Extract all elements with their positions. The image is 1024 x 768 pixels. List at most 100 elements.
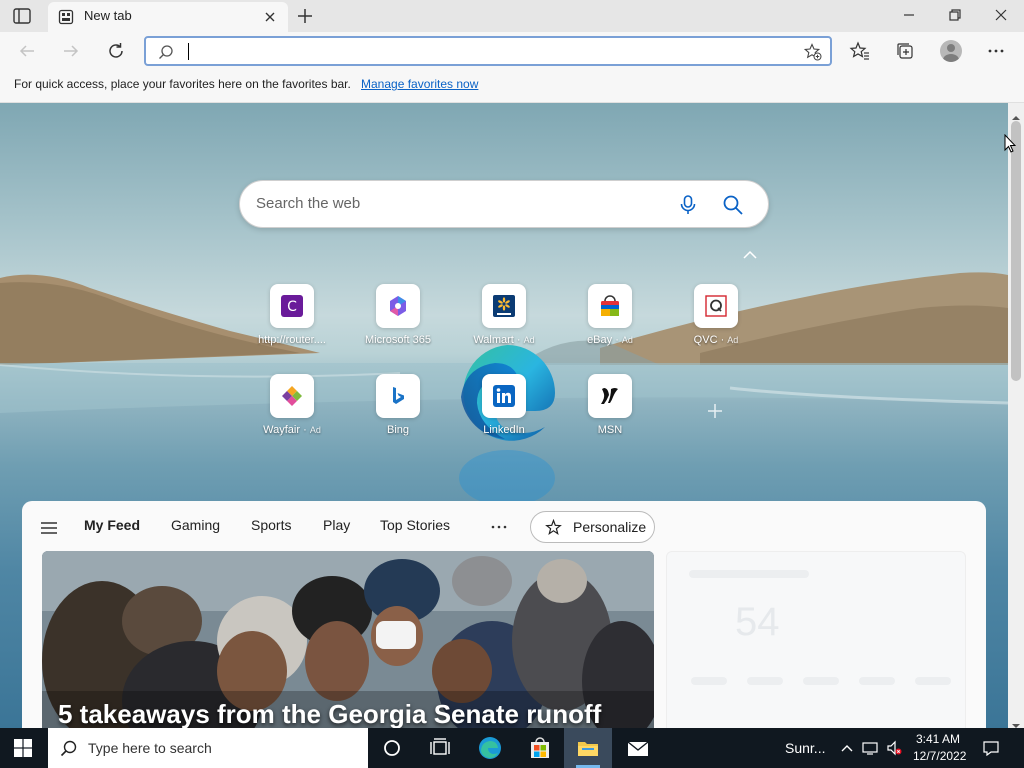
file-explorer-icon[interactable] (576, 736, 600, 760)
tab-sports[interactable]: Sports (251, 517, 291, 533)
quick-link-msn[interactable]: MSN (565, 374, 655, 454)
clock-date[interactable]: 12/7/2022 (913, 749, 966, 763)
weather-tray-text[interactable]: Sunr... (785, 740, 825, 756)
ebay-icon (588, 284, 632, 328)
add-site-plus-icon[interactable] (705, 401, 725, 421)
tab-gaming[interactable]: Gaming (171, 517, 220, 533)
personalize-button[interactable]: Personalize (530, 511, 655, 543)
tile-label: MSN (597, 424, 623, 436)
news-feed-panel: My Feed Gaming Sports Play Top Stories P… (22, 501, 986, 728)
notifications-icon[interactable] (983, 740, 999, 757)
minimize-icon[interactable] (897, 4, 921, 26)
ad-badge: Ad (309, 425, 321, 435)
collapse-tiles-chevron-up-icon[interactable] (742, 246, 758, 259)
personalize-label: Personalize (573, 519, 647, 535)
network-icon[interactable] (862, 740, 878, 756)
favorites-bar-hint: For quick access, place your favorites h… (14, 77, 351, 91)
forecast-placeholder (915, 677, 951, 685)
web-search-placeholder: Search the web (256, 195, 361, 212)
tile-label: Microsoft 365 (364, 334, 432, 346)
tile-label: http://router.... (258, 334, 326, 346)
forecast-placeholder (691, 677, 727, 685)
quick-link-qvc[interactable]: QVC · Ad (671, 284, 761, 364)
restore-icon[interactable] (943, 4, 967, 26)
scroll-up-arrow-icon[interactable] (1012, 107, 1020, 120)
microsoft-365-icon (376, 284, 420, 328)
svg-text:C: C (287, 299, 297, 315)
tile-label: Bing (386, 424, 410, 436)
clock-time[interactable]: 3:41 AM (916, 732, 960, 746)
quick-link-linkedin[interactable]: LinkedIn (459, 374, 549, 454)
profile-avatar[interactable] (940, 40, 962, 62)
qvc-icon (694, 284, 738, 328)
tab-top-stories[interactable]: Top Stories (380, 517, 450, 533)
manage-favorites-link[interactable]: Manage favorites now (361, 77, 478, 91)
web-search-box[interactable]: Search the web (239, 180, 769, 228)
browser-toolbar (0, 32, 1024, 70)
quick-link-ebay[interactable]: eBay · Ad (565, 284, 655, 364)
more-tabs-icon[interactable] (490, 519, 508, 533)
tile-label: LinkedIn (483, 424, 525, 436)
windows-start-icon[interactable] (14, 739, 32, 757)
microsoft-store-icon[interactable] (528, 736, 552, 760)
more-options-icon[interactable] (985, 40, 1007, 62)
add-favorite-icon[interactable] (803, 43, 822, 61)
scroll-down-arrow-icon[interactable] (1012, 715, 1020, 728)
new-tab-button[interactable] (294, 5, 316, 27)
tile-label: eBay (587, 334, 613, 346)
tab-actions-icon[interactable] (12, 7, 32, 25)
text-caret (188, 43, 189, 60)
quick-link-wayfair[interactable]: Wayfair · Ad (247, 374, 337, 454)
weather-location-placeholder (689, 570, 809, 578)
forecast-placeholder (803, 677, 839, 685)
tile-label: Wayfair (263, 424, 301, 436)
show-hidden-icons-chevron-icon[interactable] (839, 740, 855, 756)
weather-card[interactable]: 54 (666, 551, 966, 728)
cortana-icon[interactable] (380, 736, 404, 760)
sparkle-star-icon (545, 518, 562, 536)
forecast-placeholder (747, 677, 783, 685)
taskbar-search-box[interactable]: Type here to search (48, 728, 368, 768)
quick-link-router[interactable]: C http://router.... (247, 284, 337, 364)
task-view-icon[interactable] (428, 736, 452, 760)
collections-icon[interactable] (894, 40, 916, 62)
edge-logo-reflection (459, 450, 555, 506)
tab-new-tab[interactable]: New tab (48, 2, 288, 32)
back-icon[interactable] (16, 40, 38, 62)
tab-my-feed[interactable]: My Feed (84, 517, 140, 533)
new-tab-page-icon (58, 9, 74, 25)
title-bar: New tab (0, 0, 1024, 32)
refresh-icon[interactable] (105, 40, 127, 62)
wayfair-icon (270, 374, 314, 418)
search-icon (158, 44, 174, 60)
scrollbar-thumb[interactable] (1011, 121, 1021, 381)
walmart-icon (482, 284, 526, 328)
forward-icon[interactable] (60, 40, 82, 62)
quick-link-microsoft-365[interactable]: Microsoft 365 (353, 284, 443, 364)
bing-icon (376, 374, 420, 418)
new-tab-page: Search the web C http://router.... Micro… (0, 103, 1008, 728)
mouse-cursor-icon (1004, 133, 1017, 154)
router-tile-icon: C (270, 284, 314, 328)
top-news-card[interactable]: 5 takeaways from the Georgia Senate runo… (42, 551, 654, 728)
edge-taskbar-icon[interactable] (478, 736, 502, 760)
tab-title: New tab (84, 8, 132, 23)
quick-link-bing[interactable]: Bing (353, 374, 443, 454)
hamburger-menu-icon[interactable] (40, 520, 58, 534)
tab-play[interactable]: Play (323, 517, 350, 533)
favorites-icon[interactable] (849, 40, 871, 62)
microphone-icon[interactable] (678, 194, 698, 216)
favorites-bar: For quick access, place your favorites h… (0, 70, 1024, 103)
search-icon (60, 739, 78, 757)
mail-icon[interactable] (626, 736, 650, 760)
taskbar-search-placeholder: Type here to search (88, 740, 212, 756)
close-window-icon[interactable] (989, 4, 1013, 26)
close-tab-icon[interactable] (262, 9, 278, 25)
address-bar[interactable] (144, 36, 832, 66)
page-scrollbar[interactable] (1008, 103, 1024, 728)
forecast-placeholder (859, 677, 895, 685)
tile-label: QVC (693, 334, 718, 346)
volume-muted-icon[interactable] (886, 740, 902, 756)
web-search-submit-icon[interactable] (722, 194, 744, 216)
weather-temperature: 54 (735, 600, 780, 644)
